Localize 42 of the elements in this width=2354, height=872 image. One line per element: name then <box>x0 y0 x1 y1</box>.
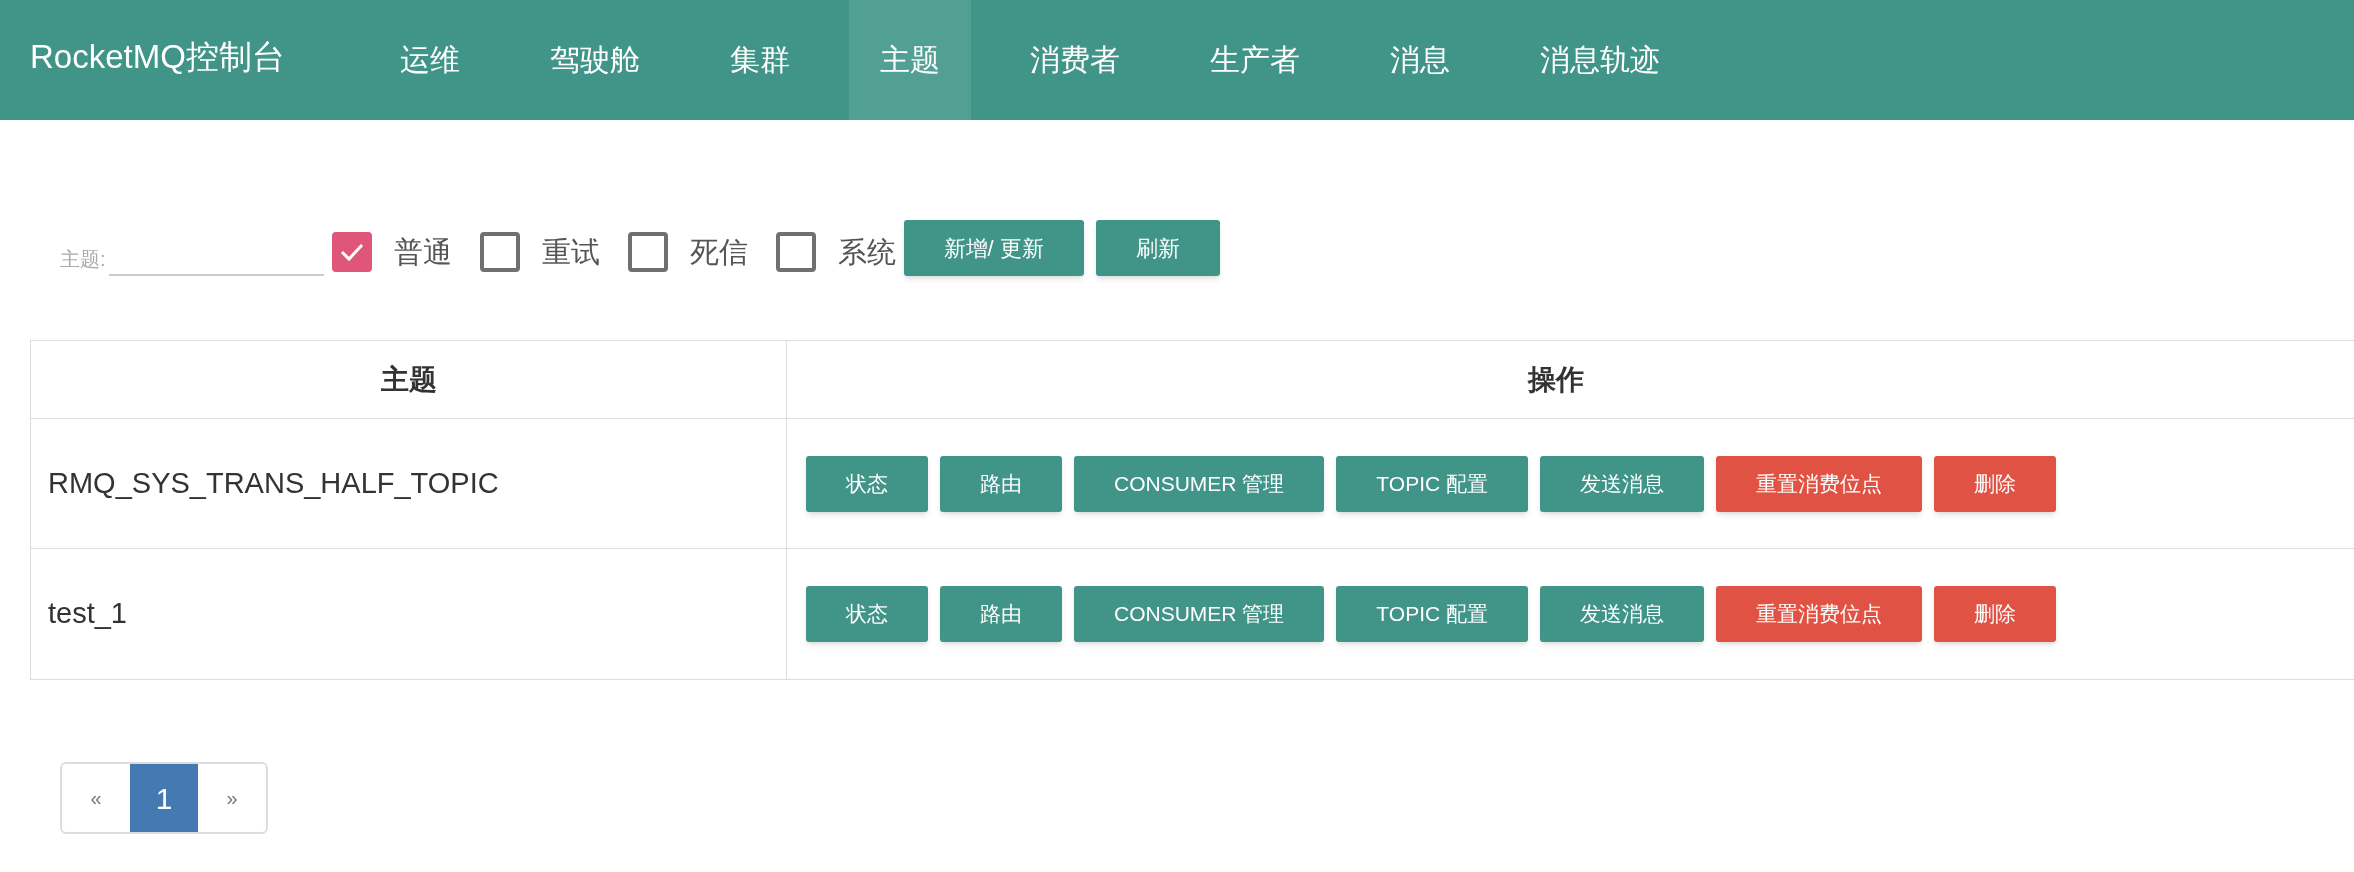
page-link[interactable]: » <box>198 764 266 832</box>
nav-tab[interactable]: 生产者 <box>1179 0 1331 120</box>
action-button[interactable]: 重置消费位点 <box>1715 455 1922 512</box>
checkbox[interactable] <box>627 232 668 273</box>
action-button[interactable]: 状态 <box>806 586 928 642</box>
page-link[interactable]: « <box>62 764 130 832</box>
table-header-cell: 主题 <box>31 341 787 418</box>
checkbox-label: 重试 <box>541 234 600 270</box>
table-header-cell-text: 操作 <box>1526 362 1585 397</box>
nav-tab[interactable]: 集群 <box>699 0 821 120</box>
action-button[interactable]: CONSUMER 管理 <box>1074 586 1325 642</box>
action-button[interactable]: 发送消息 <box>1539 455 1704 512</box>
page-link[interactable]: 1 <box>130 764 198 832</box>
brand-title: RocketMQ控制台 <box>29 37 286 77</box>
nav-tab[interactable]: 消息轨迹 <box>1509 0 1691 120</box>
checkbox-label: 死信 <box>689 234 748 270</box>
toolbar-button[interactable]: 刷新 <box>1095 220 1220 276</box>
action-button[interactable]: TOPIC 配置 <box>1336 455 1528 512</box>
toolbar-button[interactable]: 新增/ 更新 <box>903 220 1084 276</box>
action-button[interactable]: 路由 <box>940 455 1062 512</box>
checked-checkbox[interactable] <box>331 232 372 273</box>
topic-name: RMQ_SYS_TRANS_HALF_TOPIC <box>48 465 499 501</box>
checkbox[interactable] <box>479 232 520 273</box>
action-button[interactable]: 状态 <box>806 455 928 512</box>
nav-tab[interactable]: 消费者 <box>999 0 1151 120</box>
action-button[interactable]: TOPIC 配置 <box>1336 586 1528 642</box>
topic-name: test_1 <box>48 596 127 632</box>
checkbox-label: 系统 <box>837 234 896 270</box>
action-button[interactable]: 路由 <box>940 586 1062 642</box>
nav-tab[interactable]: 驾驶舱 <box>519 0 671 120</box>
action-button[interactable]: 重置消费位点 <box>1715 586 1922 642</box>
checkbox[interactable] <box>775 232 816 273</box>
checkbox-label: 普通 <box>393 234 452 270</box>
nav-tab[interactable]: 消息 <box>1359 0 1481 120</box>
action-button[interactable]: CONSUMER 管理 <box>1074 455 1325 512</box>
action-button[interactable]: 删除 <box>1933 586 2056 642</box>
topic-field-label: 主题: <box>60 247 106 272</box>
nav-tab[interactable]: 主题 <box>849 0 971 120</box>
action-button[interactable]: 删除 <box>1933 455 2056 512</box>
nav-tab[interactable]: 运维 <box>369 0 491 120</box>
action-button[interactable]: 发送消息 <box>1539 586 1704 642</box>
checkmark-icon <box>339 242 364 263</box>
